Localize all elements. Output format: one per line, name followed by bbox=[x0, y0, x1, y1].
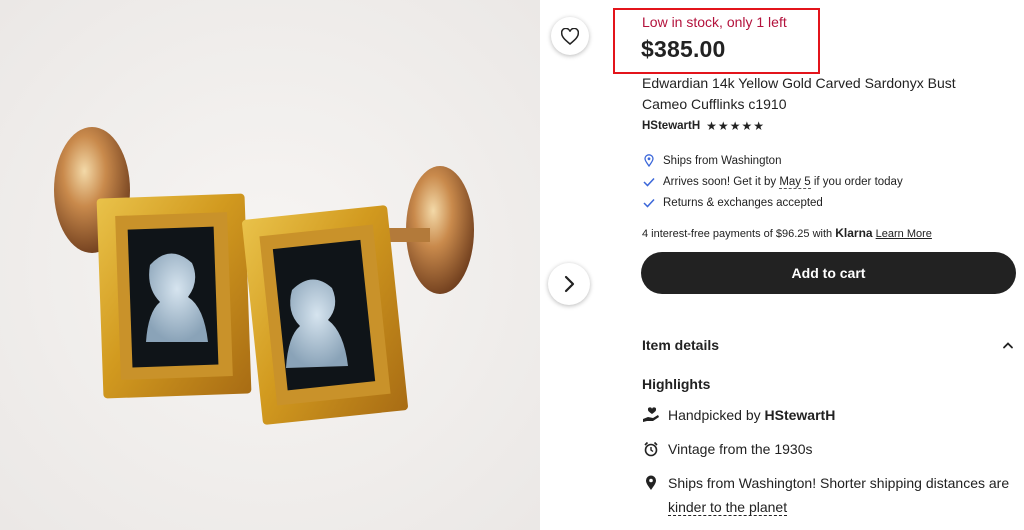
chevron-right-icon bbox=[564, 275, 575, 293]
klarna-payments: 4 interest-free payments of $96.25 with … bbox=[642, 226, 932, 240]
checkmark-icon bbox=[642, 198, 655, 208]
alarm-clock-icon bbox=[642, 437, 660, 461]
learn-more-link[interactable]: Learn More bbox=[876, 228, 932, 240]
stock-status: Low in stock, only 1 left bbox=[642, 14, 787, 30]
rating-stars: ★ ★ ★ ★ ★ bbox=[706, 120, 764, 132]
arrival-row: Arrives soon! Get it by May 5 if you ord… bbox=[642, 171, 1002, 192]
item-details-title: Item details bbox=[642, 337, 720, 353]
highlight-vintage: Vintage from the 1930s bbox=[642, 437, 1022, 461]
ships-from-text: Ships from Washington bbox=[663, 154, 782, 167]
arrival-text: Arrives soon! Get it by May 5 if you ord… bbox=[663, 175, 903, 189]
klarna-logo: Klarna bbox=[835, 226, 873, 240]
favorite-button[interactable] bbox=[551, 17, 589, 55]
arrival-date-link[interactable]: May 5 bbox=[779, 175, 811, 189]
handpicked-shop: HStewartH bbox=[764, 407, 836, 423]
heart-outline-icon bbox=[561, 27, 579, 45]
product-image-pane bbox=[0, 0, 605, 530]
highlight-handpicked: Handpicked by HStewartH bbox=[642, 403, 1022, 427]
product-photo bbox=[0, 0, 540, 530]
star-icon: ★ bbox=[741, 119, 753, 133]
price: $385.00 bbox=[641, 36, 726, 62]
returns-row: Returns & exchanges accepted bbox=[642, 192, 1002, 213]
shop-name-link[interactable]: HStewartH bbox=[642, 120, 700, 132]
location-pin-icon bbox=[642, 471, 660, 495]
chevron-up-icon bbox=[1003, 342, 1013, 349]
highlights-list: Handpicked by HStewartH Vintage from the… bbox=[642, 403, 1022, 529]
product-title: Edwardian 14k Yellow Gold Carved Sardony… bbox=[642, 75, 956, 112]
vintage-text: Vintage from the 1930s bbox=[668, 441, 813, 457]
hand-heart-icon bbox=[642, 403, 660, 427]
star-icon: ★ bbox=[717, 119, 729, 133]
highlights-title: Highlights bbox=[642, 376, 711, 392]
next-image-button[interactable] bbox=[548, 263, 590, 305]
shipping-info: Ships from Washington Arrives soon! Get … bbox=[642, 150, 1002, 213]
star-icon: ★ bbox=[706, 119, 717, 133]
item-details-toggle[interactable]: Item details bbox=[642, 334, 1014, 356]
checkmark-icon bbox=[642, 177, 655, 187]
location-pin-icon bbox=[642, 154, 655, 167]
star-icon: ★ bbox=[753, 119, 764, 133]
returns-text: Returns & exchanges accepted bbox=[663, 196, 823, 209]
add-to-cart-button[interactable]: Add to cart bbox=[641, 252, 1016, 294]
ships-from-row: Ships from Washington bbox=[642, 150, 1002, 171]
shop-row: HStewartH ★ ★ ★ ★ ★ bbox=[642, 120, 764, 132]
highlight-shipping-note: Ships from Washington! Shorter shipping … bbox=[642, 471, 1022, 519]
star-icon: ★ bbox=[729, 119, 741, 133]
kinder-to-planet-link[interactable]: kinder to the planet bbox=[668, 499, 788, 516]
